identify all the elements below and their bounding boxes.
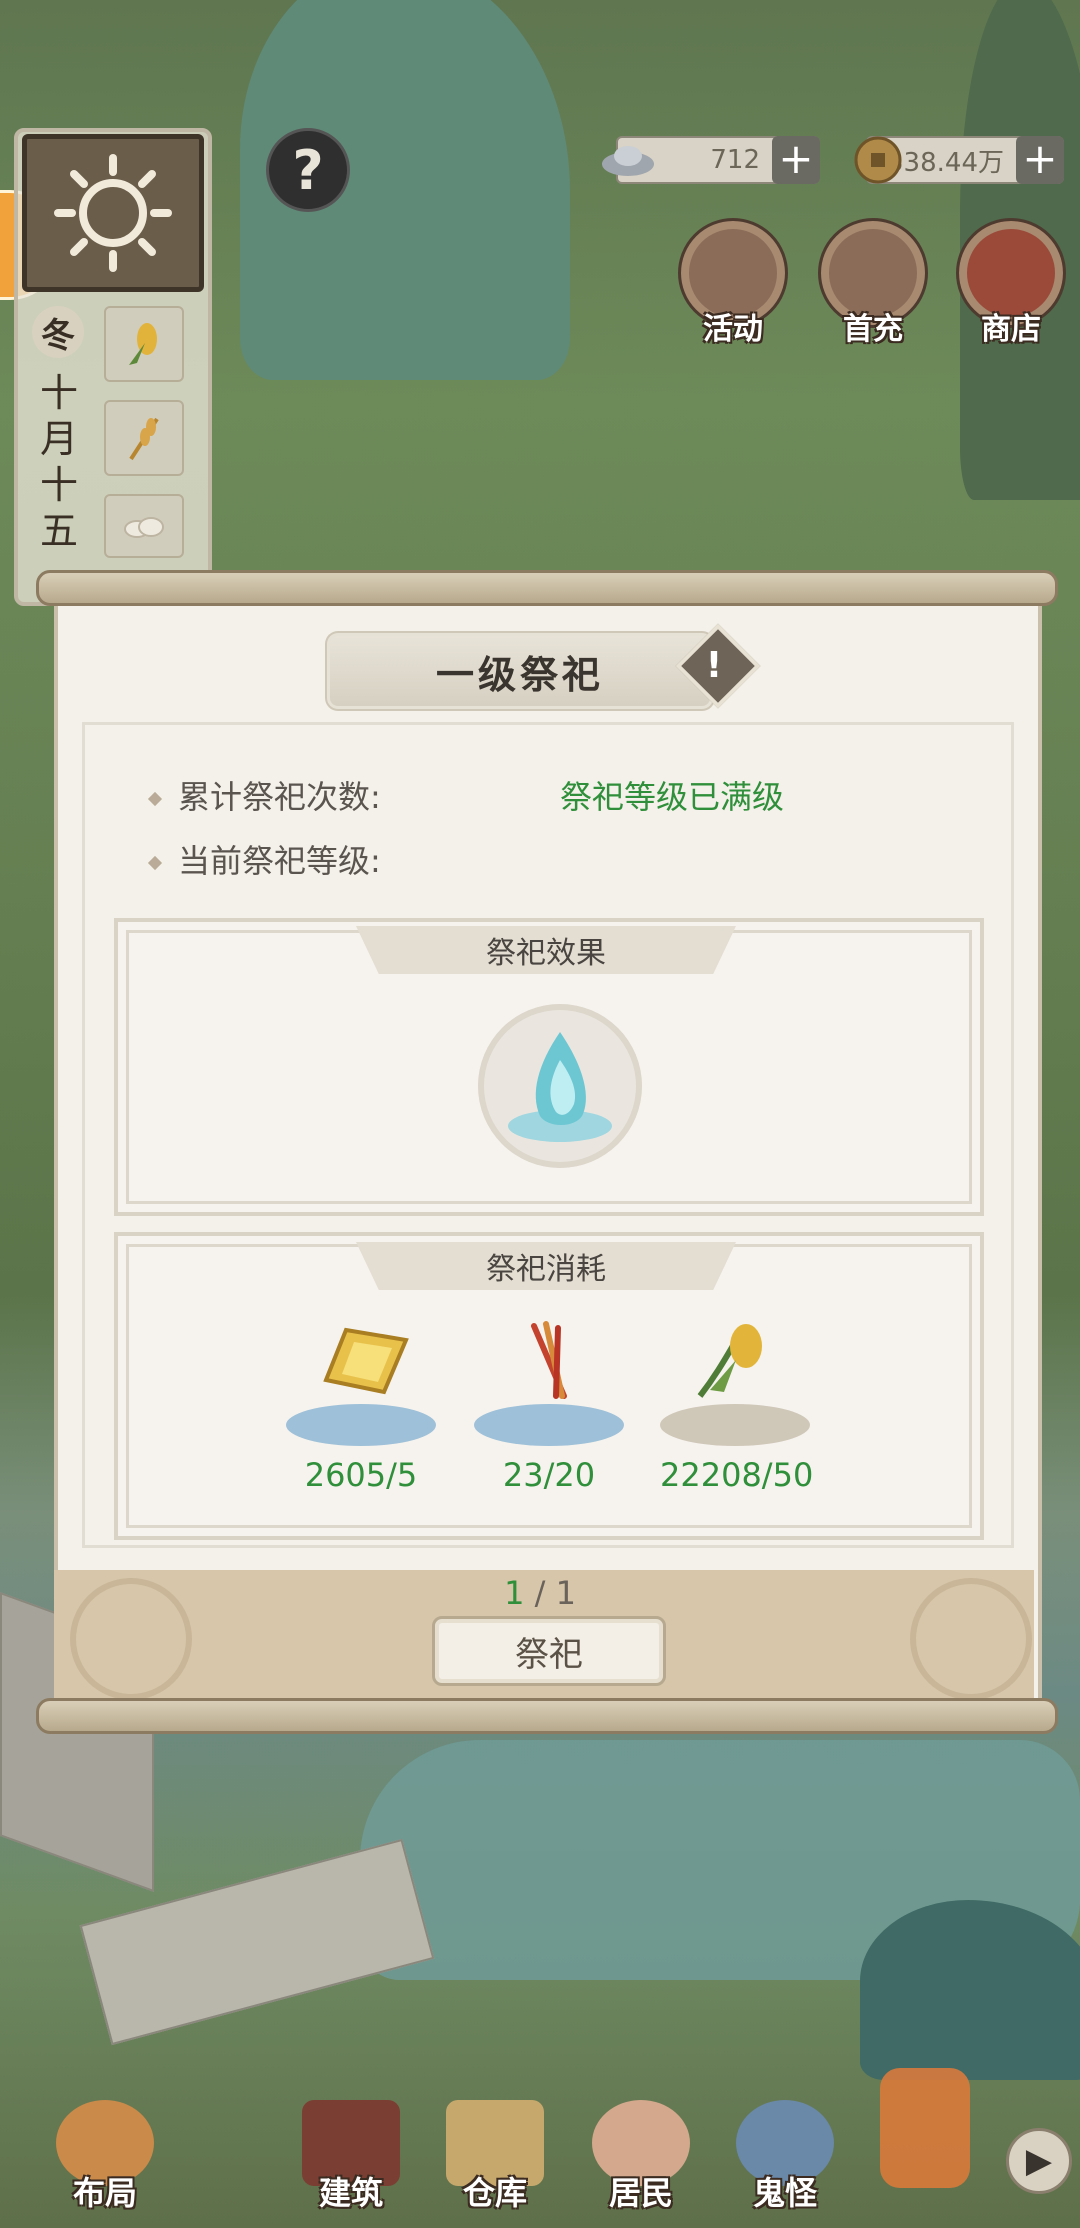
lantern-decoration [880,2068,970,2188]
help-button[interactable]: ? [266,128,350,212]
corn-icon [129,323,157,365]
nav-label: 布局 [72,2174,137,2212]
blue-flame-icon [508,1032,612,1142]
bullet-icon [147,855,163,871]
page-current: 1 [504,1574,525,1612]
date-char: 十 [39,371,78,415]
cost-plate [474,1404,624,1446]
scroll-rod-bottom [36,1698,1058,1734]
shop-label: 商店 [981,312,1041,347]
nav-label: 仓库 [462,2174,527,2212]
crop-slot-corn[interactable] [104,306,184,382]
wheat-icon [129,417,159,461]
nav-warehouse[interactable]: 仓库 [440,2100,550,2214]
total-sacrifice-row: 累计祭祀次数: [147,772,381,818]
crop-slot-cloud[interactable] [104,494,184,558]
current-level-row: 当前祭祀等级: [147,836,381,882]
nav-label: 鬼怪 [752,2174,817,2212]
effect-header: 祭祀效果 [356,926,736,974]
nav-label: 建筑 [318,2174,383,2212]
bottom-nav: 布局 建筑 仓库 居民 鬼怪 ▶ [0,2048,1080,2228]
silver-ingot-icon [602,146,654,176]
nav-label: 居民 [608,2174,673,2212]
coin-add-button[interactable]: + [1016,136,1064,184]
nav-layout[interactable]: 布局 [50,2100,160,2214]
event-button[interactable]: 活动 [678,218,788,348]
cost-quantity: 2605/5 [304,1456,418,1494]
weather-sun-button[interactable] [22,134,204,292]
silver-currency: 712 + [602,136,820,184]
season-label: 冬 [32,306,84,358]
page-total: / 1 [524,1574,576,1612]
cost-plate [660,1404,810,1446]
cost-quantity: 23/20 [502,1456,596,1494]
date-char: 月 [39,417,78,461]
incense-sticks-icon [531,1321,567,1399]
cost-quantity: 22208/50 [660,1456,814,1494]
first-recharge-label: 首充 [843,312,903,347]
date-char: 十 [39,463,78,507]
shop-button[interactable]: 商店 [956,218,1066,348]
cost-item-grain[interactable]: 22208/50 [660,1320,814,1494]
max-level-status: 祭祀等级已满级 [560,778,785,816]
nav-building[interactable]: 建筑 [296,2100,406,2214]
effect-slot[interactable] [478,1004,642,1168]
current-level-label: 当前祭祀等级: [178,842,381,880]
cost-item-incense[interactable]: 23/20 [474,1320,624,1494]
silver-amount: 712 [710,145,760,175]
page-indicator: 1 / 1 [0,1574,1080,1612]
grain-icon [697,1324,762,1398]
nav-next-button[interactable]: ▶ [1006,2128,1072,2194]
coin-currency: 338.44万 + [854,136,1064,184]
event-label: 活动 [703,312,763,347]
bullet-icon [147,791,163,807]
nav-ghosts[interactable]: 鬼怪 [730,2100,840,2214]
first-recharge-button[interactable]: 首充 [818,218,928,348]
date-char: 五 [39,509,78,553]
crop-slot-wheat[interactable] [104,400,184,476]
cost-plate [286,1404,436,1446]
sacrifice-button[interactable]: 祭祀 [432,1616,666,1686]
dialog-title: 一级祭祀 [330,636,710,706]
gold-paper-icon [323,1327,409,1395]
silver-add-button[interactable]: + [772,136,820,184]
scroll-rod-top [36,570,1058,606]
exclamation-icon: ! [705,645,723,686]
sun-icon [54,154,172,272]
total-sacrifice-label: 累计祭祀次数: [178,778,381,816]
calendar-date: 十 月 十 五 [36,370,82,554]
nav-residents[interactable]: 居民 [586,2100,696,2214]
cloud-icon [124,517,164,538]
cost-header: 祭祀消耗 [356,1242,736,1290]
cost-item-gold-paper[interactable]: 2605/5 [286,1320,436,1494]
copper-coin-icon [854,136,902,184]
